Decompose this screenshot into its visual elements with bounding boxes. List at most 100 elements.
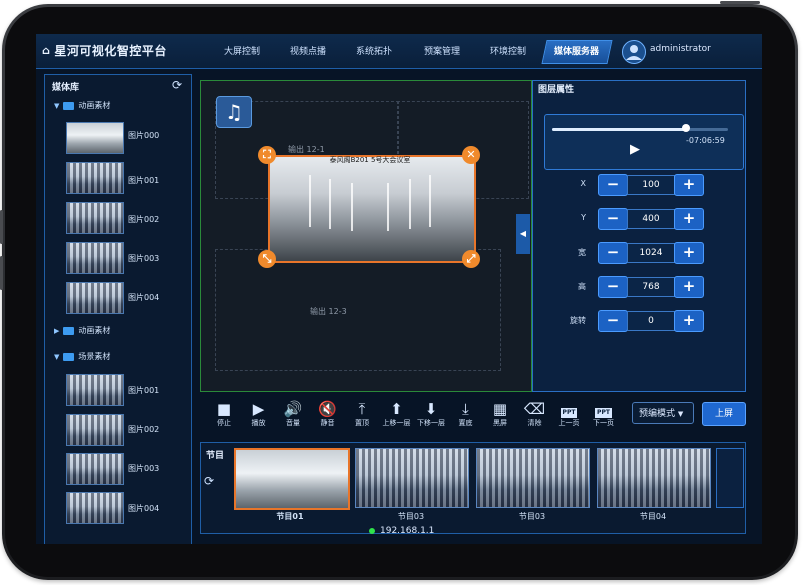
nav-item-topology[interactable]: 系统拓扑 <box>356 44 392 57</box>
thumbnail[interactable] <box>66 122 124 154</box>
clear-button[interactable]: ⌫ 清除 <box>519 400 551 428</box>
folder-animation-2[interactable]: ▶ 动画素材 <box>54 325 110 336</box>
refresh-icon[interactable]: ⟳ <box>204 474 214 488</box>
decrement-button[interactable]: − <box>598 208 628 230</box>
nav-item-screen-control[interactable]: 大屏控制 <box>224 44 260 57</box>
property-value-field[interactable]: 1024 <box>627 243 675 263</box>
list-item[interactable]: 图片002 <box>128 214 159 225</box>
tool-label: 停止 <box>217 419 231 427</box>
decrement-button[interactable]: − <box>598 310 628 332</box>
close-icon[interactable]: ✕ <box>462 146 480 164</box>
folder-icon <box>63 101 75 110</box>
mute-button[interactable]: 🔇 静音 <box>312 400 344 428</box>
property-value-field[interactable]: 400 <box>627 209 675 229</box>
program-thumbnail[interactable] <box>355 448 469 508</box>
ppt-prev-button[interactable]: PPT 上一页 <box>553 400 585 428</box>
thumbnail[interactable] <box>66 242 124 274</box>
black-screen-icon: ▦ <box>492 400 508 418</box>
black-screen-button[interactable]: ▦ 黑屏 <box>484 400 516 428</box>
program-next-partial[interactable] <box>716 448 744 508</box>
volume-button <box>0 210 3 244</box>
play-button[interactable]: ▶ 播放 <box>243 400 275 428</box>
thumbnail[interactable] <box>66 282 124 314</box>
nav-item-plans[interactable]: 预案管理 <box>424 44 460 57</box>
progress-track[interactable] <box>552 128 728 131</box>
ppt-prev-icon: PPT <box>560 408 578 418</box>
layer-title: 泰风阁B201 5号大会议室 <box>329 156 411 164</box>
ppt-next-button[interactable]: PPT 下一页 <box>588 400 620 428</box>
move-bottom-button[interactable]: ⤓ 置底 <box>450 400 482 428</box>
user-name: administrator <box>650 44 711 54</box>
decrement-button[interactable]: − <box>598 242 628 264</box>
output-label: 输出 12-1 <box>288 145 325 154</box>
resize-handle-icon[interactable]: ⤢ <box>462 250 480 268</box>
mode-select[interactable]: 预编模式 ▼ <box>632 402 694 424</box>
resize-handle-icon[interactable]: ⤡ <box>258 250 276 268</box>
move-down-button[interactable]: ⬇ 下移一层 <box>415 400 447 428</box>
increment-button[interactable]: + <box>674 208 704 230</box>
avatar[interactable] <box>622 40 646 64</box>
program-label: 节目04 <box>639 512 667 521</box>
hall-image <box>309 175 431 231</box>
tool-label: 播放 <box>251 419 266 427</box>
volume-icon: 🔊 <box>283 400 303 418</box>
increment-button[interactable]: + <box>674 242 704 264</box>
increment-button[interactable]: + <box>674 276 704 298</box>
play-icon[interactable]: ▶ <box>630 142 640 157</box>
list-item[interactable]: 图片003 <box>128 253 159 264</box>
program-label: 节目01 <box>276 512 304 521</box>
program-thumbnail[interactable] <box>234 448 350 510</box>
property-value-field[interactable]: 100 <box>627 175 675 195</box>
program-thumbnail[interactable] <box>597 448 711 508</box>
nav-item-media-server[interactable]: 媒体服务器 <box>541 40 613 64</box>
list-item[interactable]: 图片003 <box>128 463 159 474</box>
home-icon[interactable]: ⌂ <box>42 44 50 57</box>
thumbnail[interactable] <box>66 453 124 485</box>
list-item[interactable]: 图片004 <box>128 503 159 514</box>
expand-icon: ▼ <box>54 101 60 110</box>
chevron-down-icon: ▼ <box>677 410 684 418</box>
move-down-icon: ⬇ <box>424 400 438 418</box>
thumbnail[interactable] <box>66 492 124 524</box>
properties-title: 图层属性 <box>538 85 575 95</box>
folder-icon <box>63 326 75 335</box>
program-label: 节目03 <box>397 512 425 521</box>
refresh-icon[interactable]: ⟳ <box>172 78 182 92</box>
collapse-panel-icon[interactable]: ◀ <box>516 214 530 254</box>
list-item[interactable]: 图片002 <box>128 424 159 435</box>
clear-icon: ⌫ <box>523 400 546 418</box>
fullscreen-icon[interactable]: ⛶ <box>258 146 276 164</box>
increment-button[interactable]: + <box>674 174 704 196</box>
property-value-field[interactable]: 0 <box>627 311 675 331</box>
property-value-field[interactable]: 768 <box>627 277 675 297</box>
thumbnail[interactable] <box>66 162 124 194</box>
list-item[interactable]: 图片000 <box>128 130 159 141</box>
volume-button[interactable]: 🔊 音量 <box>277 400 309 428</box>
app-title: ⌂ 星河可视化智控平台 <box>42 44 167 58</box>
decrement-button[interactable]: − <box>598 174 628 196</box>
thumbnail[interactable] <box>66 414 124 446</box>
folder-animation[interactable]: ▼ 动画素材 <box>54 100 110 111</box>
progress-handle[interactable] <box>681 124 690 132</box>
nav-item-vod[interactable]: 视频点播 <box>290 44 326 57</box>
tool-label: 置顶 <box>355 419 369 427</box>
list-item[interactable]: 图片001 <box>128 175 159 186</box>
thumbnail[interactable] <box>66 202 124 234</box>
music-button[interactable]: ♫ <box>216 96 252 128</box>
tool-label: 音量 <box>286 419 300 427</box>
move-up-button[interactable]: ⬆ 上移一层 <box>381 400 413 428</box>
folder-scene[interactable]: ▼ 场景素材 <box>54 351 110 362</box>
program-thumbnail[interactable] <box>476 448 590 508</box>
nav-item-environment[interactable]: 环境控制 <box>490 44 526 57</box>
push-to-screen-button[interactable]: 上屏 <box>702 402 746 426</box>
increment-button[interactable]: + <box>674 310 704 332</box>
selected-layer[interactable] <box>268 155 476 263</box>
thumbnail[interactable] <box>66 374 124 406</box>
move-up-icon: ⬆ <box>390 400 403 418</box>
list-item[interactable]: 图片004 <box>128 292 159 303</box>
list-item[interactable]: 图片001 <box>128 385 159 396</box>
stop-button[interactable]: ■ 停止 <box>208 400 240 428</box>
decrement-button[interactable]: − <box>598 276 628 298</box>
time-remaining: -07:06:59 <box>686 136 725 145</box>
move-top-button[interactable]: ⤒ 置顶 <box>346 400 378 428</box>
